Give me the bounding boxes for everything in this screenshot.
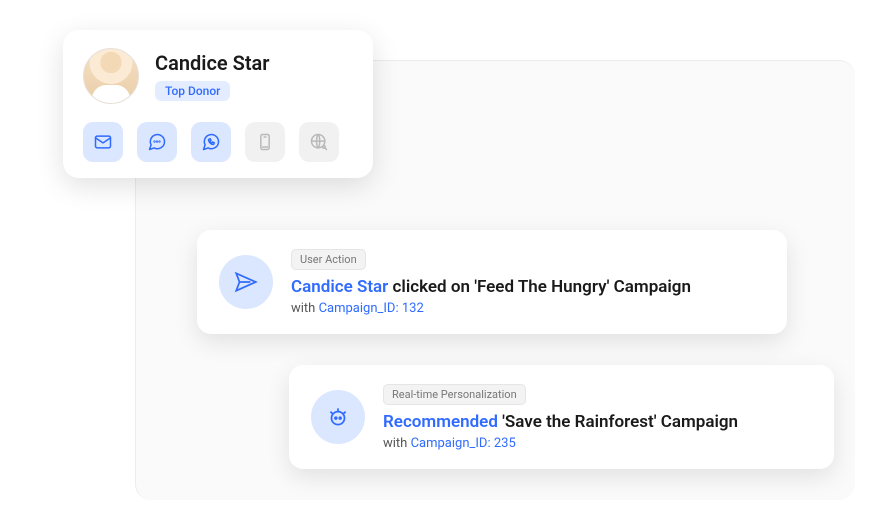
profile-name: Candice Star [155,51,269,75]
avatar [83,48,139,104]
web-icon[interactable] [299,122,339,162]
send-icon [219,255,273,309]
event-card-user-action: User Action Candice Star clicked on 'Fee… [197,230,787,334]
chat-icon[interactable] [137,122,177,162]
profile-card: Candice Star Top Donor [63,30,373,178]
event-chip: User Action [291,249,366,270]
event-actor: Recommended [383,412,498,432]
profile-badge: Top Donor [155,81,230,101]
ai-icon [311,390,365,444]
event-object: 'Feed The Hungry' Campaign [474,277,691,297]
event-campaign-id[interactable]: Campaign_ID: 132 [319,301,424,316]
email-icon[interactable] [83,122,123,162]
whatsapp-icon[interactable] [191,122,231,162]
event-subtitle: with Campaign_ID: 235 [383,436,738,451]
event-actor: Candice Star [291,277,388,297]
event-chip: Real-time Personalization [383,384,526,405]
event-object: 'Save the Rainforest' Campaign [502,412,738,432]
event-card-personalization: Real-time Personalization Recommended 'S… [289,365,834,469]
event-title: Recommended 'Save the Rainforest' Campai… [383,411,738,434]
channel-icons [83,122,353,162]
sms-icon[interactable] [245,122,285,162]
event-subtitle: with Campaign_ID: 132 [291,301,691,316]
event-campaign-id[interactable]: Campaign_ID: 235 [411,436,516,451]
event-title: Candice Star clicked on 'Feed The Hungry… [291,276,691,299]
